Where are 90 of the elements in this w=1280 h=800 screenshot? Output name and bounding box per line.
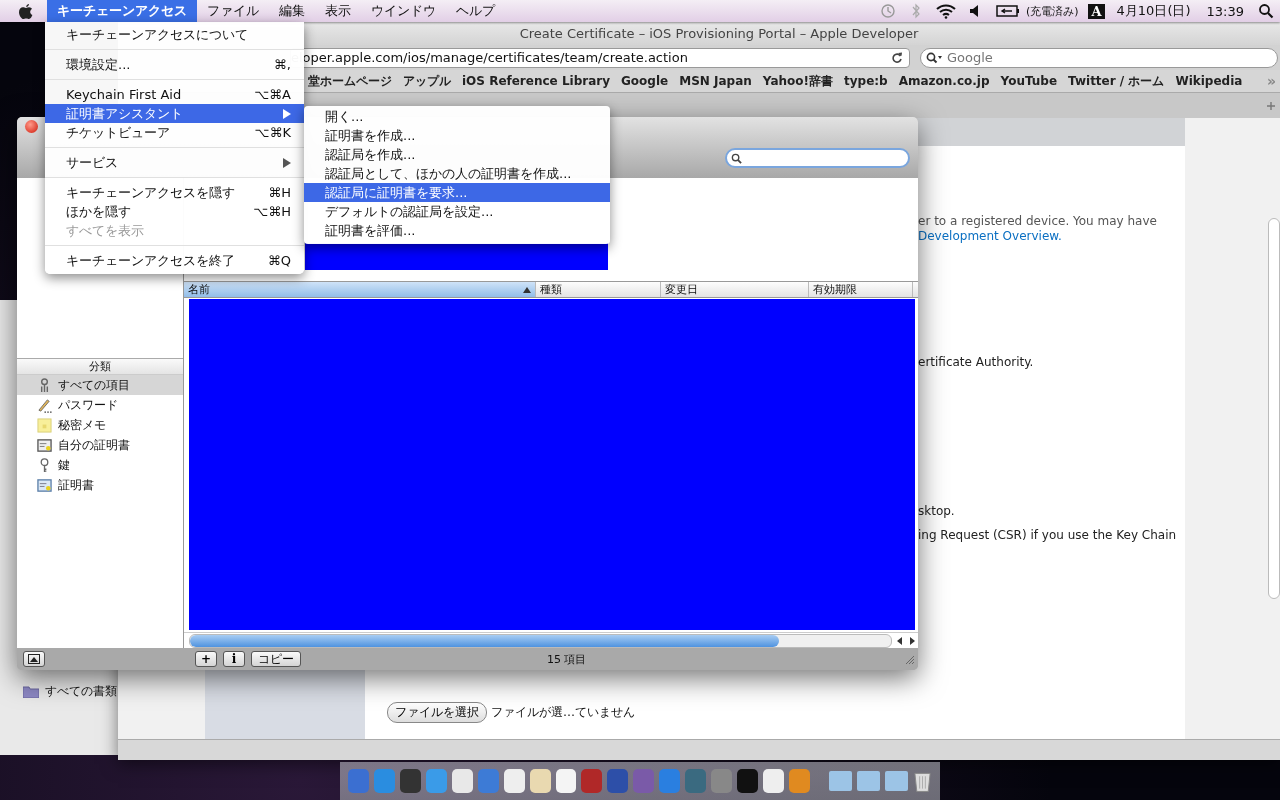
category-item[interactable]: 鍵	[17, 455, 183, 475]
scrollbar[interactable]	[189, 633, 892, 648]
column-header[interactable]: 変更日	[661, 282, 809, 297]
menu-item[interactable]: ほかを隠す ⌥⌘H	[45, 202, 304, 221]
category-item[interactable]: すべての項目	[17, 375, 183, 395]
page-text: ing Request (CSR) if you use the Key Chain	[918, 528, 1177, 542]
menu-title[interactable]: ヘルプ	[446, 0, 505, 22]
sidebar-label: すべての書類	[45, 683, 117, 700]
menu-title[interactable]: ウインドウ	[361, 0, 446, 22]
menu-title[interactable]: ファイル	[197, 0, 269, 22]
window-title: Create Certificate – iOS Provisioning Portal – Apple Developer	[519, 26, 919, 41]
reload-icon[interactable]	[891, 51, 903, 64]
battery-icon[interactable]	[995, 4, 1020, 18]
search-icon	[926, 51, 942, 64]
resize-grip-icon[interactable]	[904, 654, 914, 664]
add-button[interactable]: +	[195, 651, 217, 667]
bookmark-link[interactable]: Wikipedia	[1175, 74, 1243, 88]
bookmark-link[interactable]: MSN Japan	[679, 74, 752, 88]
wifi-icon[interactable]	[935, 3, 956, 19]
menu-item[interactable]: 証明書アシスタント	[45, 104, 304, 123]
search-field[interactable]: Google	[920, 47, 1278, 68]
bookmark-link[interactable]: 堂ホームページ	[308, 72, 392, 90]
sort-arrow-icon	[523, 285, 531, 294]
info-button[interactable]: i	[223, 651, 245, 667]
menu-item[interactable]: キーチェーンアクセスを終了 ⌘Q	[45, 251, 304, 270]
note-icon	[37, 417, 52, 433]
search-icon	[731, 152, 742, 164]
apple-logo-icon[interactable]	[19, 3, 33, 19]
page-text: er to a registered device. You may have	[918, 214, 1157, 228]
clock-icon[interactable]	[879, 3, 896, 19]
menu-title[interactable]: 表示	[315, 0, 361, 22]
menu-item[interactable]: 証明書を評価...	[304, 221, 610, 240]
submenu-arrow-icon	[283, 157, 291, 168]
page-text: sktop.	[918, 504, 955, 518]
menu-title[interactable]: 編集	[269, 0, 315, 22]
menu-item[interactable]: 証明書を作成...	[304, 126, 610, 145]
bookmark-link[interactable]: Yahoo!辞書	[762, 72, 833, 90]
column-header[interactable]: 有効期限	[809, 282, 913, 297]
choose-file-button[interactable]: ファイルを選択	[387, 702, 487, 723]
submenu-arrow-icon	[283, 108, 291, 119]
battery-status[interactable]: (充電済み)	[1025, 3, 1079, 19]
scrollbar[interactable]	[1268, 218, 1280, 599]
category-item[interactable]: パスワード	[17, 395, 183, 415]
category-item[interactable]: 証明書	[17, 475, 183, 495]
menu-bar-date[interactable]: 4月10日(日)	[1116, 2, 1191, 20]
menu-title[interactable]: キーチェーンアクセス	[47, 0, 197, 22]
menu-item[interactable]: 認証局に証明書を要求...	[304, 183, 610, 202]
pencil-icon	[37, 397, 52, 413]
menu-item[interactable]: デフォルトの認証局を設定...	[304, 202, 610, 221]
toggle-sidebar-button[interactable]	[23, 651, 45, 667]
menu-item[interactable]: 開く...	[304, 107, 610, 126]
bookmark-link[interactable]: YouTube	[1000, 74, 1058, 88]
certificate-icon	[37, 477, 52, 493]
bookmark-link[interactable]: アップル	[403, 72, 451, 90]
input-mode-indicator[interactable]: A	[1088, 3, 1105, 19]
column-header[interactable]: 名前	[184, 282, 536, 297]
app-icon[interactable]	[737, 769, 758, 793]
search-field[interactable]	[725, 148, 910, 168]
folder-icon	[23, 685, 39, 698]
bookmark-link[interactable]: Twitter / ホーム	[1068, 72, 1165, 90]
sidebar-item[interactable]: すべての書類	[23, 683, 117, 700]
overview-link[interactable]: Development Overview.	[918, 229, 1062, 243]
column-header: 分類	[17, 358, 183, 375]
folder-icon[interactable]	[829, 771, 853, 791]
page-text: ertificate Authority.	[918, 355, 1034, 369]
file-status-text: ファイルが選…ていません	[491, 704, 635, 721]
menu-item[interactable]: 認証局を作成...	[304, 145, 610, 164]
menu-item[interactable]: チケットビューア ⌥⌘K	[45, 123, 304, 142]
search-icon[interactable]	[1258, 3, 1274, 19]
bookmark-link[interactable]: iOS Reference Library	[462, 74, 610, 88]
menu-item[interactable]: Keychain First Aid ⌥⌘A	[45, 85, 304, 104]
item-count: 15 項目	[547, 651, 587, 667]
column-header[interactable]: 種類	[536, 282, 661, 297]
folder-icon[interactable]	[857, 771, 881, 791]
menu-item[interactable]: 認証局として、ほかの人の証明書を作成...	[304, 164, 610, 183]
new-tab-icon[interactable]	[1266, 100, 1276, 111]
copy-button[interactable]: コピー	[251, 651, 301, 667]
triangle-icon	[28, 654, 40, 664]
close-button[interactable]	[25, 120, 38, 133]
menu-item[interactable]: キーチェーンアクセスについて	[45, 25, 304, 44]
menu-item[interactable]: キーチェーンアクセスを隠す ⌘H	[45, 183, 304, 202]
bookmark-link[interactable]: Amazon.co.jp	[898, 74, 990, 88]
certificate-icon	[37, 437, 52, 453]
app-icon[interactable]	[763, 769, 784, 793]
bookmark-link[interactable]: type:b	[844, 74, 888, 88]
category-item[interactable]: 秘密メモ	[17, 415, 183, 435]
menu-bar-clock[interactable]: 13:39	[1206, 3, 1244, 19]
category-item[interactable]: 自分の証明書	[17, 435, 183, 455]
bookmark-link[interactable]: Google	[621, 74, 669, 88]
menu-item[interactable]: サービス	[45, 153, 304, 172]
